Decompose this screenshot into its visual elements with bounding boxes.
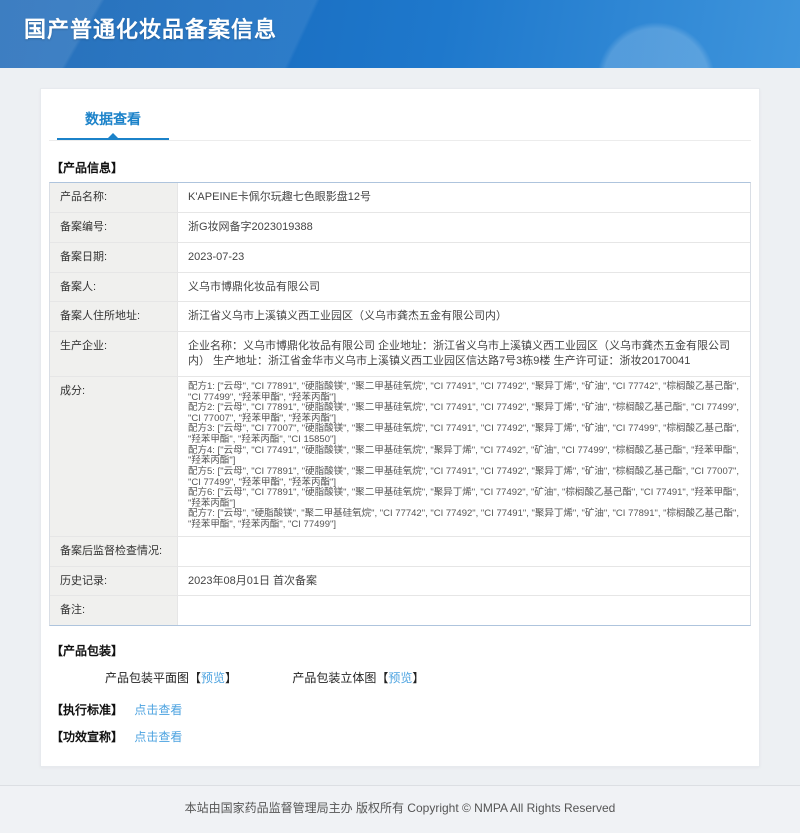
table-row-manufacturer: 生产企业: 企业名称：义乌市博鼎化妆品有限公司 企业地址：浙江省义乌市上溪镇义西… bbox=[50, 332, 750, 377]
page-body: 数据查看 【产品信息】 产品名称: K'APEINE卡佩尔玩趣七色眼影盘12号 … bbox=[0, 68, 800, 768]
section-standard-title: 【执行标准】 bbox=[51, 703, 124, 718]
packaging-flat-item: 产品包装平面图【预览】 bbox=[105, 671, 240, 685]
page-header: 国产普通化妆品备案信息 bbox=[0, 0, 800, 68]
table-row-record-date: 备案日期: 2023-07-23 bbox=[50, 242, 750, 273]
row-value: 浙G妆网备字2023019388 bbox=[178, 212, 750, 242]
packaging-row: 产品包装平面图【预览】 产品包装立体图【预览】 bbox=[49, 665, 751, 696]
standard-view-link[interactable]: 点击查看 bbox=[134, 703, 182, 717]
ingredients-value: 配方1: ["云母", "CI 77891", "硬脂酸镁", "聚二甲基硅氧烷… bbox=[178, 376, 750, 536]
row-label: 产品名称: bbox=[50, 183, 178, 212]
row-label: 历史记录: bbox=[50, 566, 178, 596]
tab-data-view[interactable]: 数据查看 bbox=[57, 99, 169, 140]
table-row-ingredients: 成分: 配方1: ["云母", "CI 77891", "硬脂酸镁", "聚二甲… bbox=[50, 376, 750, 537]
row-value: 义乌市博鼎化妆品有限公司 bbox=[178, 272, 750, 302]
packaging-stereo-label: 产品包装立体图【 bbox=[292, 671, 389, 686]
tab-active-marker-icon bbox=[108, 133, 118, 138]
packaging-stereo-label-close: 】 bbox=[412, 671, 425, 686]
table-row-history: 历史记录: 2023年08月01日 首次备案 bbox=[50, 566, 750, 597]
row-value bbox=[178, 536, 750, 566]
row-label: 备案人住所地址: bbox=[50, 302, 178, 332]
efficacy-row: 【功效宣称】 点击查看 bbox=[49, 723, 751, 750]
row-label: 备案编号: bbox=[50, 212, 178, 242]
row-label: 生产企业: bbox=[50, 332, 178, 376]
section-packaging-title: 【产品包装】 bbox=[51, 644, 124, 659]
page-footer: 本站由国家药品监督管理局主办 版权所有 Copyright © NMPA All… bbox=[0, 785, 800, 833]
row-label: 备案日期: bbox=[50, 242, 178, 272]
row-value bbox=[178, 596, 750, 626]
packaging-stereo-item: 产品包装立体图【预览】 bbox=[292, 671, 424, 685]
row-label: 备案人: bbox=[50, 272, 178, 302]
product-info-table: 产品名称: K'APEINE卡佩尔玩趣七色眼影盘12号 备案编号: 浙G妆网备字… bbox=[49, 182, 751, 627]
table-row-registrant: 备案人: 义乌市博鼎化妆品有限公司 bbox=[50, 272, 750, 303]
packaging-flat-preview-link[interactable]: 预览 bbox=[201, 671, 225, 685]
standard-row: 【执行标准】 点击查看 bbox=[49, 696, 751, 723]
row-value: 浙江省义乌市上溪镇义西工业园区（义乌市龚杰五金有限公司内） bbox=[178, 302, 750, 332]
page-title: 国产普通化妆品备案信息 bbox=[24, 17, 278, 42]
row-value: K'APEINE卡佩尔玩趣七色眼影盘12号 bbox=[178, 183, 750, 212]
footer-copyright-text: 本站由国家药品监督管理局主办 版权所有 Copyright © NMPA All… bbox=[184, 801, 616, 816]
ingredient-formula-line: 配方2: ["云母", "CI 77891", "硬脂酸镁", "聚二甲基硅氧烷… bbox=[188, 402, 740, 424]
packaging-stereo-preview-link[interactable]: 预览 bbox=[388, 671, 412, 685]
row-value: 2023-07-23 bbox=[178, 242, 750, 272]
ingredient-formula-line: 配方7: ["云母", "硬脂酸镁", "聚二甲基硅氧烷", "CI 77742… bbox=[188, 508, 740, 531]
packaging-flat-label-close: 】 bbox=[225, 671, 238, 686]
row-value: 企业名称：义乌市博鼎化妆品有限公司 企业地址：浙江省义乌市上溪镇义西工业园区（义… bbox=[178, 332, 750, 376]
table-row-supervision: 备案后监督检查情况: bbox=[50, 536, 750, 567]
ingredient-formula-line: 配方3: ["云母", "CI 77007", "硬脂酸镁", "聚二甲基硅氧烷… bbox=[188, 423, 740, 446]
tab-data-view-label: 数据查看 bbox=[85, 111, 141, 127]
ingredient-formula-line: 配方6: ["云母", "CI 77891", "硬脂酸镁", "聚二甲基硅氧烷… bbox=[188, 487, 739, 509]
tab-bar: 数据查看 bbox=[49, 99, 751, 141]
table-row-registrant-address: 备案人住所地址: 浙江省义乌市上溪镇义西工业园区（义乌市龚杰五金有限公司内） bbox=[50, 302, 750, 333]
table-row-product-name: 产品名称: K'APEINE卡佩尔玩趣七色眼影盘12号 bbox=[50, 183, 750, 213]
ingredient-formula-line: 配方1: ["云母", "CI 77891", "硬脂酸镁", "聚二甲基硅氧烷… bbox=[188, 380, 740, 403]
row-value: 2023年08月01日 首次备案 bbox=[178, 566, 750, 596]
content-card: 数据查看 【产品信息】 产品名称: K'APEINE卡佩尔玩趣七色眼影盘12号 … bbox=[40, 88, 760, 768]
section-efficacy-title: 【功效宣称】 bbox=[51, 730, 124, 745]
row-label: 备注: bbox=[50, 596, 178, 626]
table-row-remarks: 备注: bbox=[50, 596, 750, 626]
ingredient-formula-line: 配方4: ["云母", "CI 77491", "硬脂酸镁", "聚二甲基硅氧烷… bbox=[188, 444, 739, 467]
efficacy-view-link[interactable]: 点击查看 bbox=[134, 730, 182, 744]
row-label: 成分: bbox=[50, 376, 178, 536]
table-row-record-number: 备案编号: 浙G妆网备字2023019388 bbox=[50, 212, 750, 243]
row-label: 备案后监督检查情况: bbox=[50, 536, 178, 566]
ingredient-formula-line: 配方5: ["云母", "CI 77891", "硬脂酸镁", "聚二甲基硅氧烷… bbox=[188, 465, 740, 488]
packaging-flat-label: 产品包装平面图【 bbox=[105, 671, 202, 686]
section-product-info-title: 【产品信息】 bbox=[51, 161, 124, 175]
